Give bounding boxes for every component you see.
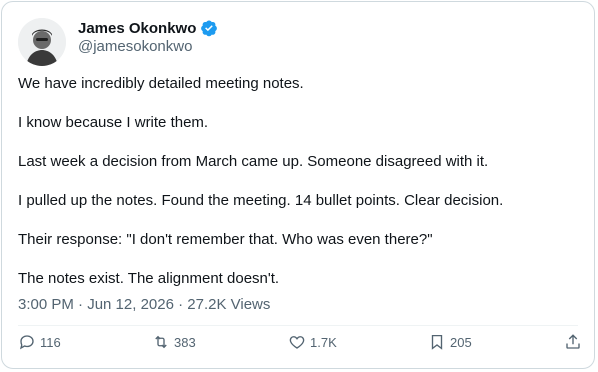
verified-badge-icon bbox=[200, 19, 218, 37]
bookmark-count: 205 bbox=[450, 334, 472, 350]
author-name-row: James Okonkwo bbox=[78, 18, 218, 38]
action-bar: 116 383 1.7K 205 bbox=[18, 332, 580, 354]
tweet-paragraph: The notes exist. The alignment doesn't. bbox=[18, 270, 280, 287]
repost-count: 383 bbox=[174, 334, 196, 350]
author-name[interactable]: James Okonkwo bbox=[78, 20, 196, 37]
tweet-paragraph: We have incredibly detailed meeting note… bbox=[18, 75, 304, 92]
like-count: 1.7K bbox=[310, 334, 337, 350]
bookmark-button[interactable]: 205 bbox=[428, 332, 472, 352]
avatar-image bbox=[18, 18, 66, 66]
reply-icon bbox=[19, 335, 34, 350]
tweet-paragraph: I know because I write them. bbox=[18, 114, 209, 131]
divider bbox=[18, 325, 578, 326]
repost-button[interactable]: 383 bbox=[152, 332, 196, 352]
tweet-paragraph: I pulled up the notes. Found the meeting… bbox=[18, 192, 504, 209]
tweet-paragraph: Last week a decision from March came up.… bbox=[18, 153, 489, 170]
avatar[interactable] bbox=[18, 18, 66, 66]
author-handle[interactable]: @jamesokonkwo bbox=[78, 38, 192, 55]
bookmark-icon bbox=[431, 334, 443, 350]
reply-button[interactable]: 116 bbox=[18, 332, 61, 352]
tweet-card: James Okonkwo @jamesokonkwo We have incr… bbox=[1, 1, 595, 369]
tweet-paragraph: Their response: "I don't remember that. … bbox=[18, 231, 433, 248]
reply-count: 116 bbox=[40, 334, 61, 350]
like-button[interactable]: 1.7K bbox=[288, 332, 337, 352]
share-icon bbox=[566, 334, 580, 349]
tweet-meta[interactable]: 3:00 PM · Jun 12, 2026 · 27.2K Views bbox=[18, 296, 270, 313]
like-icon bbox=[289, 336, 305, 349]
share-button[interactable] bbox=[564, 332, 586, 352]
repost-icon bbox=[155, 335, 167, 349]
